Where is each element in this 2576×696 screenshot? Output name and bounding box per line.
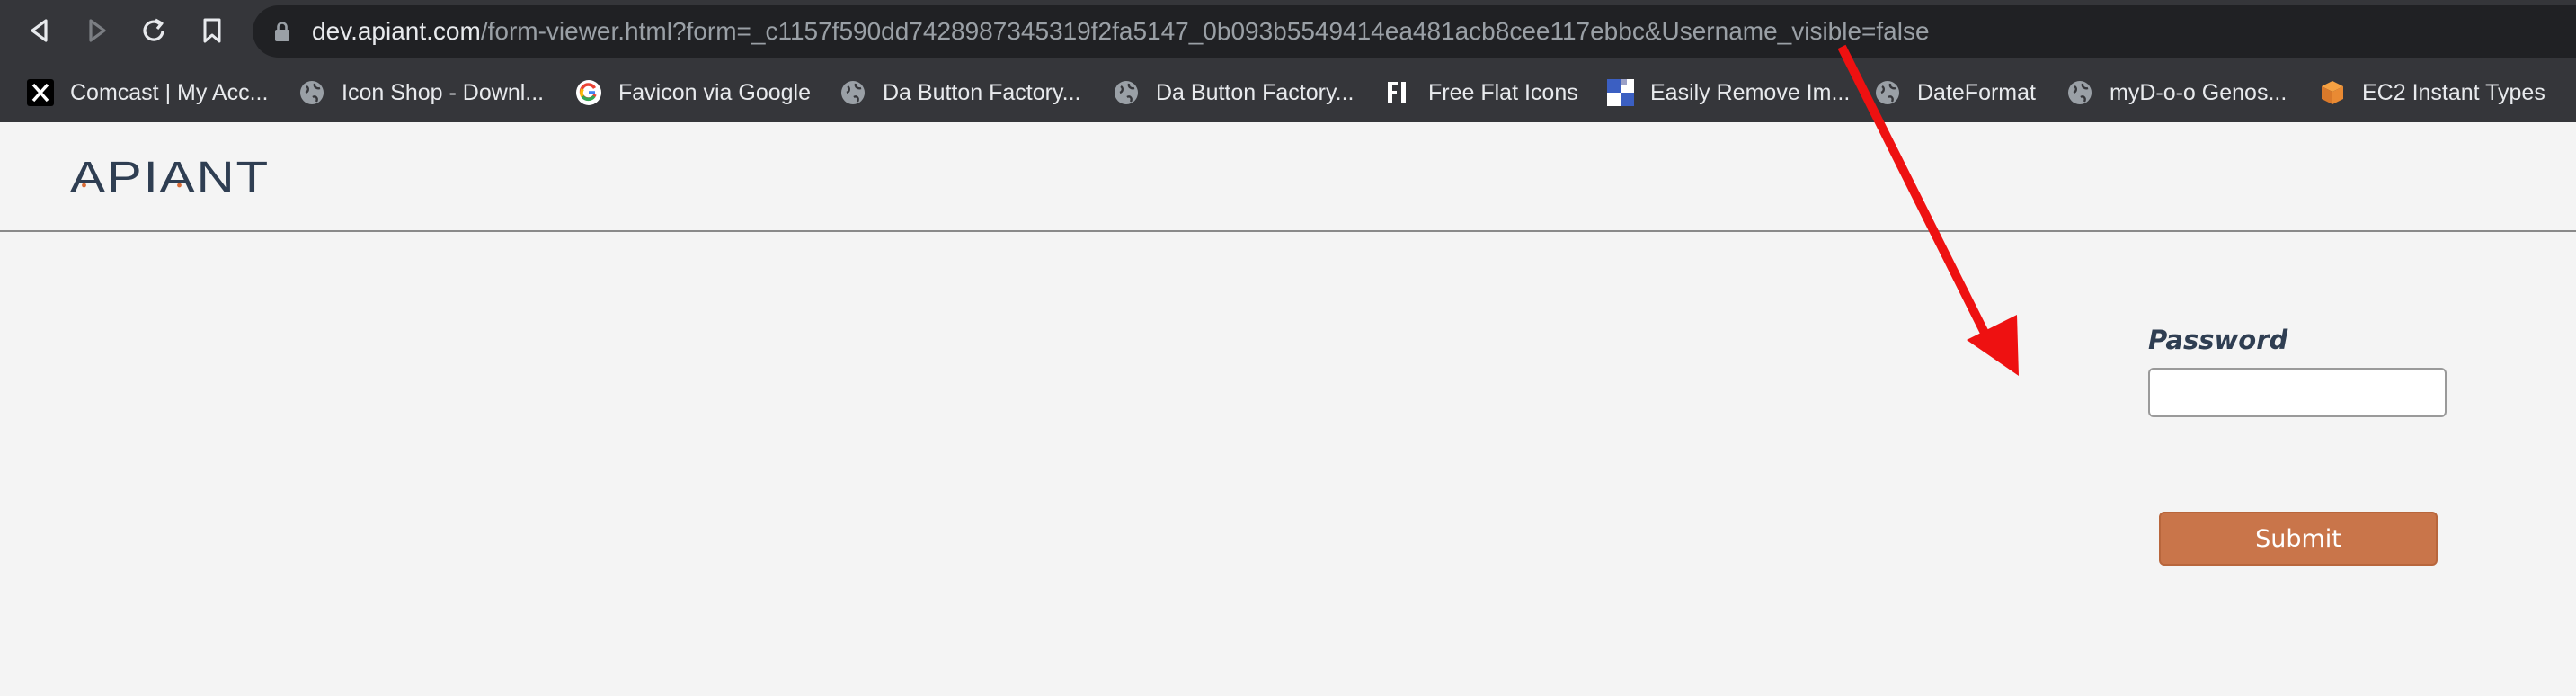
bookmark-label: Easily Remove Im...: [1650, 79, 1851, 105]
bookmark-label: Free Flat Icons: [1428, 79, 1578, 105]
bookmark-da-button-factory-2[interactable]: Da Button Factory...: [1113, 74, 1354, 112]
globe-icon: [298, 79, 325, 106]
cube-icon: [2319, 79, 2346, 106]
svg-text:APIANT: APIANT: [70, 155, 270, 196]
bookmark-ec2-instant-types[interactable]: EC2 Instant Types: [2319, 74, 2545, 112]
x-icon: [27, 79, 54, 106]
globe-icon: [1874, 79, 1901, 106]
apiant-logo: APIANT: [70, 155, 270, 196]
bookmark-label: Comcast | My Acc...: [70, 79, 269, 105]
page-header: APIANT: [0, 122, 2576, 232]
bookmark-easily-remove[interactable]: Easily Remove Im...: [1607, 74, 1850, 112]
checker-icon: [1607, 79, 1634, 106]
bookmark-button[interactable]: [192, 11, 232, 50]
url-text: dev.apiant.com/form-viewer.html?form=_c1…: [312, 17, 1930, 46]
bookmark-dateformat[interactable]: DateFormat: [1874, 74, 2036, 112]
bookmark-label: Favicon via Google: [618, 79, 812, 105]
form-area: Password Submit: [0, 232, 2576, 696]
password-field[interactable]: [2148, 368, 2447, 417]
bookmark-label: EC2 Instant Types: [2362, 79, 2545, 105]
bookmark-favicon-google[interactable]: Favicon via Google: [575, 74, 811, 112]
url-host: dev.apiant.com: [312, 17, 481, 45]
bookmarks-bar: Comcast | My Acc... Icon Shop - Downl...…: [0, 63, 2576, 122]
bookmark-da-button-factory-1[interactable]: Da Button Factory...: [839, 74, 1080, 112]
password-label: Password: [2148, 325, 2288, 355]
globe-icon: [2066, 79, 2093, 106]
forward-icon: [89, 19, 106, 42]
address-bar[interactable]: dev.apiant.com/form-viewer.html?form=_c1…: [253, 5, 2576, 58]
bookmark-myd-o-o-genos[interactable]: myD-o-o Genos...: [2066, 74, 2287, 112]
reload-button[interactable]: [134, 11, 173, 50]
google-icon: [575, 79, 602, 106]
bookmark-label: myD-o-o Genos...: [2110, 79, 2287, 105]
url-path: /form-viewer.html?form=_c1157f590dd74289…: [480, 17, 1930, 45]
back-button[interactable]: [20, 11, 59, 50]
globe-icon: [1113, 79, 1140, 106]
bookmark-label: Icon Shop - Downl...: [342, 79, 545, 105]
fi-icon: [1385, 79, 1412, 106]
bookmark-label: Da Button Factory...: [1156, 79, 1355, 105]
forward-button[interactable]: [77, 11, 117, 50]
submit-button[interactable]: Submit: [2159, 512, 2438, 566]
bookmark-free-flat-icons[interactable]: Free Flat Icons: [1385, 74, 1578, 112]
bookmark-comcast[interactable]: Comcast | My Acc...: [27, 74, 268, 112]
reload-icon: [143, 18, 164, 41]
browser-toolbar: dev.apiant.com/form-viewer.html?form=_c1…: [0, 0, 2576, 63]
back-icon: [31, 19, 48, 42]
bookmark-label: DateFormat: [1917, 79, 2036, 105]
bookmark-icon-shop[interactable]: Icon Shop - Downl...: [298, 74, 544, 112]
globe-icon: [839, 79, 866, 106]
bookmark-label: Da Button Factory...: [883, 79, 1081, 105]
lock-icon: [275, 22, 289, 41]
bookmark-icon: [203, 18, 221, 43]
